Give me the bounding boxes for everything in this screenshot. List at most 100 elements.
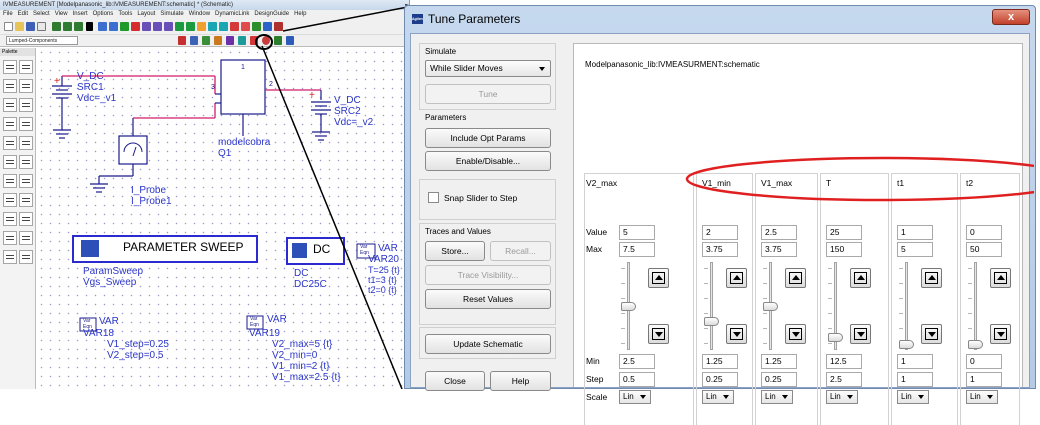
close-button[interactable]: Close [425,371,485,391]
delete-icon[interactable] [86,22,93,31]
lumped-capacitor-icon[interactable] [19,60,33,74]
max-input-t1[interactable]: 5 [897,242,933,257]
redo-icon[interactable] [109,22,118,31]
wire-icon[interactable] [197,22,206,31]
window-close-button[interactable]: x [992,9,1030,25]
snap-slider-checkbox[interactable] [428,192,439,203]
min-input-v1_min[interactable]: 1.25 [702,354,738,369]
lumped-probe-icon[interactable] [19,212,33,226]
lumped-dcblock-icon[interactable] [19,117,33,131]
schematic-canvas[interactable]: + + V_DC SRC1 Vdc=_v1 3 1 2 modelcobra Q… [37,48,409,389]
min-input-t1[interactable]: 1 [897,354,933,369]
lumped-more-icon[interactable] [19,250,33,264]
max-input-t[interactable]: 150 [826,242,862,257]
help-button[interactable]: Help [490,371,551,391]
optimize-icon[interactable] [263,22,272,31]
slider-thumb-v1_min[interactable] [704,317,719,327]
pop-out-icon[interactable] [186,22,195,31]
lumped-inductor-icon[interactable] [3,79,17,93]
increment-button-t[interactable] [850,268,871,288]
slider-thumb-t[interactable] [828,333,843,343]
new-document-icon[interactable] [4,22,13,31]
min-input-t2[interactable]: 0 [966,354,1002,369]
open-folder-icon[interactable] [15,22,24,31]
decrement-button-t[interactable] [850,324,871,344]
undo-icon[interactable] [98,22,107,31]
trace-visibility-button[interactable]: Trace Visibility... [425,265,551,285]
decrement-button-v1_min[interactable] [726,324,747,344]
port-icon[interactable] [219,22,228,31]
tune-button[interactable]: Tune [425,84,551,104]
lumped-term-icon[interactable] [19,193,33,207]
value-input-t[interactable]: 25 [826,225,862,240]
lumped-misc-icon[interactable] [3,250,17,264]
simulate-icon[interactable] [241,22,250,31]
menu-item-view[interactable]: View [55,11,68,17]
lumped-coupled-icon[interactable] [3,98,17,112]
slider-thumb-t2[interactable] [968,340,983,349]
label-tool-icon[interactable] [238,36,246,45]
menu-item-tools[interactable]: Tools [118,11,132,17]
max-input-t2[interactable]: 50 [966,242,1002,257]
zoom-fit-icon[interactable] [52,22,61,31]
zoom-area-icon[interactable] [142,22,151,31]
update-schematic-button[interactable]: Update Schematic [425,334,551,354]
slider-track-t1[interactable] [905,262,908,350]
value-input-t1[interactable]: 1 [897,225,933,240]
slider-track-t2[interactable] [974,262,977,350]
zoom-point-icon[interactable] [153,22,162,31]
scale-select-v2_max[interactable]: Lin [619,390,651,404]
push-into-icon[interactable] [175,22,184,31]
dialog-title-bar[interactable]: Agilent Tune Parameters x [405,6,1035,32]
lumped-port-icon[interactable] [3,193,17,207]
mirror-icon[interactable] [131,22,140,31]
lumped-resistor-icon[interactable] [3,60,17,74]
max-input-v2_max[interactable]: 7.5 [619,242,655,257]
increment-button-t2[interactable] [990,268,1011,288]
max-input-v1_max[interactable]: 3.75 [761,242,797,257]
simulate-tool-icon[interactable] [250,36,258,45]
scale-select-t[interactable]: Lin [826,390,858,404]
zoom-out-icon[interactable] [74,22,83,31]
source-tool-icon[interactable] [214,36,222,45]
rotate-icon[interactable] [120,22,129,31]
lumped-short-icon[interactable] [3,117,17,131]
menu-item-dynamiclink[interactable]: DynamicLink [215,11,249,17]
increment-button-t1[interactable] [921,268,942,288]
max-input-v1_min[interactable]: 3.75 [702,242,738,257]
lumped-transformer-icon[interactable] [19,98,33,112]
step-input-v1_max[interactable]: 0.25 [761,372,797,387]
step-input-t1[interactable]: 1 [897,372,933,387]
optimize-tool-icon[interactable] [274,36,282,45]
value-input-v2_max[interactable]: 5 [619,225,655,240]
lumped-mutual-icon[interactable] [19,136,33,150]
menu-item-file[interactable]: File [3,11,13,17]
step-input-t[interactable]: 2.5 [826,372,862,387]
pan-icon[interactable] [164,22,173,31]
inductor-tool-icon[interactable] [202,36,210,45]
slider-track-v1_min[interactable] [710,262,713,350]
step-input-v1_min[interactable]: 0.25 [702,372,738,387]
increment-button-v2_max[interactable] [648,268,669,288]
scale-select-t2[interactable]: Lin [966,390,998,404]
name-icon[interactable] [230,22,239,31]
ground-icon[interactable] [208,22,217,31]
lumped-ground-icon[interactable] [3,212,17,226]
increment-button-v1_max[interactable] [785,268,806,288]
print-icon[interactable] [37,22,46,31]
decrement-button-v1_max[interactable] [785,324,806,344]
component-library-combo[interactable]: Lumped-Components [6,36,78,45]
zoom-in-icon[interactable] [63,22,72,31]
lumped-network-icon[interactable] [19,174,33,188]
resistor-tool-icon[interactable] [178,36,186,45]
menu-item-select[interactable]: Select [33,11,50,17]
include-opt-params-button[interactable]: Include Opt Params [425,128,551,148]
slider-thumb-t1[interactable] [899,340,914,349]
simulate-mode-select[interactable]: While Slider Moves [425,60,551,77]
lumped-rlc-icon[interactable] [19,79,33,93]
decrement-button-v2_max[interactable] [648,324,669,344]
min-input-v1_max[interactable]: 1.25 [761,354,797,369]
wire-tool-icon[interactable] [226,36,234,45]
lumped-zport-icon[interactable] [19,155,33,169]
step-input-v2_max[interactable]: 0.5 [619,372,655,387]
